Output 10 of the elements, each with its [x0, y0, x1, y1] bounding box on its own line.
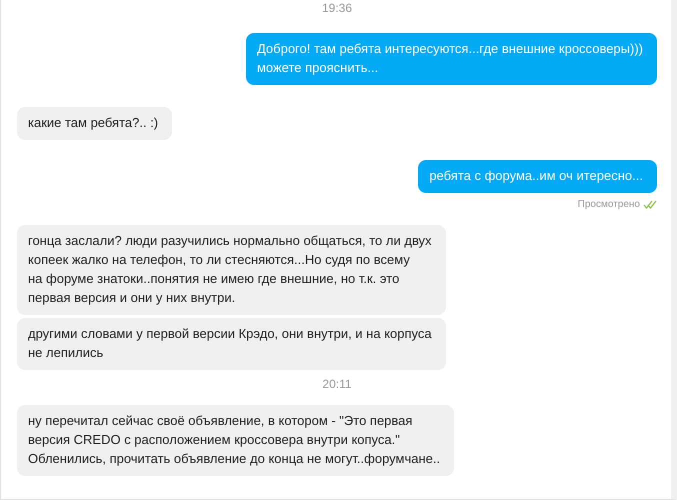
double-check-icon: [643, 200, 657, 209]
sent-message: Доброго! там ребята интересуются...где внешние кроссоверы))) можете прояснить...: [246, 33, 657, 85]
received-message: другими словами у первой версии Крэдо, они внутри, и на корпуса не лепились: [17, 318, 446, 370]
received-message: ну перечитал сейчас своё объявление, в котором - "Это первая версия CREDO с расположением кроссовера внутри копуса." Обленились, прочитать объявление до конца не могут..форумчане..: [17, 405, 454, 476]
timestamp: 20:11: [322, 376, 352, 392]
received-message: какие там ребята?.. :): [17, 107, 172, 140]
sent-message: ребята с форума..им оч итересно...: [418, 160, 657, 193]
received-message: гонца заслали? люди разучились нормально общаться, то ли двух копеек жалко на телефон, то ли стесняются...Но судя по всему на форуме знатоки..понятия не имею где внешние, но т.к. это первая версия и они у них внутри.: [17, 225, 446, 315]
read-status: Просмотрено: [578, 199, 640, 210]
timestamp: 19:36: [322, 0, 352, 16]
